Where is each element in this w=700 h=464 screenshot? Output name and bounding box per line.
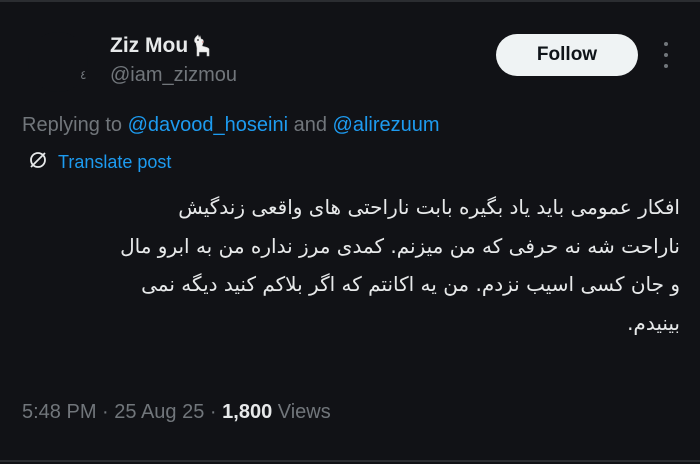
views-count: 1,800 — [222, 401, 273, 423]
author-handle[interactable]: @iam_zizmou — [110, 64, 237, 87]
translate-icon — [28, 150, 48, 174]
avatar[interactable] — [28, 32, 88, 92]
post-time[interactable]: 5:48 PM — [22, 401, 96, 423]
avatar-badge: ٤ — [80, 68, 87, 82]
replying-to: Replying to @davood_hoseini and @alirezu… — [22, 114, 440, 137]
meta-separator: · — [96, 401, 115, 423]
views-label: Views — [272, 401, 331, 423]
more-vertical-icon[interactable] — [656, 42, 676, 68]
meta-separator: · — [204, 401, 223, 423]
author-name-row[interactable]: Ziz Mou — [110, 34, 213, 58]
post-line: ناراحت شه نه حرفی که من میزنم. کمدی مرز … — [120, 233, 680, 258]
display-name[interactable]: Ziz Mou — [110, 34, 188, 58]
post-line: افکار عمومی باید یاد بگیره بابت ناراحتی … — [178, 195, 680, 219]
post-line: و جان کسی اسیب نزدم. من یه اکانتم که اگر… — [141, 272, 680, 296]
llama-icon — [191, 34, 213, 58]
translate-post-button[interactable]: Translate post — [28, 150, 171, 174]
top-divider — [0, 0, 700, 2]
post-text: افکار عمومی باید یاد بگیره بابت ناراحتی … — [30, 188, 680, 342]
post-line: بینیدم. — [627, 310, 680, 335]
translate-label: Translate post — [58, 151, 172, 172]
bottom-divider — [0, 460, 700, 462]
replying-prefix: Replying to — [22, 114, 128, 136]
post-meta: 5:48 PM · 25 Aug 25 · 1,800 Views — [22, 401, 331, 424]
follow-button[interactable]: Follow — [496, 34, 638, 76]
mention-link-1[interactable]: @davood_hoseini — [128, 114, 288, 136]
replying-conjunction: and — [288, 114, 333, 136]
post-date[interactable]: 25 Aug 25 — [114, 401, 204, 423]
mention-link-2[interactable]: @alirezuum — [333, 114, 440, 136]
